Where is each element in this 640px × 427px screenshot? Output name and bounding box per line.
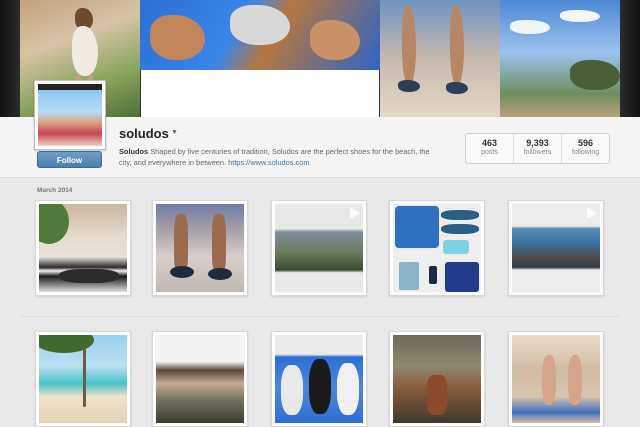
profile-username[interactable]: soludos (119, 126, 169, 141)
photo-image (156, 204, 244, 292)
video-play-icon (350, 207, 360, 219)
bio-link[interactable]: https://www.soludos.com (228, 158, 309, 167)
follow-button[interactable]: Follow (37, 151, 102, 168)
photo-image (39, 204, 127, 292)
cover-photo-2-gap (140, 70, 380, 117)
cover-photo-2[interactable] (140, 0, 380, 70)
video-play-icon (587, 207, 597, 219)
month-label: March 2014 (37, 187, 73, 194)
cover-edge-left (0, 0, 20, 117)
photo-card[interactable] (271, 200, 367, 296)
photo-image (393, 204, 481, 292)
caret-down-icon[interactable]: ▼ (171, 129, 178, 136)
photo-image (393, 335, 481, 423)
stat-following[interactable]: 596 following (562, 134, 609, 163)
photo-card[interactable] (389, 200, 485, 296)
stat-followers[interactable]: 9,393 followers (514, 134, 562, 163)
cover-edge-right (620, 0, 640, 117)
stat-posts[interactable]: 463 posts (466, 134, 514, 163)
stat-posts-label: posts (481, 149, 498, 156)
cover-photo-3[interactable] (380, 0, 500, 117)
photo-card[interactable] (508, 200, 604, 296)
stat-followers-value: 9,393 (526, 138, 549, 148)
photo-card[interactable] (389, 331, 485, 427)
photo-image (156, 335, 244, 423)
stat-followers-label: followers (523, 149, 552, 156)
photo-image (39, 335, 127, 423)
photo-card[interactable] (152, 200, 248, 296)
photo-image (275, 335, 363, 423)
stat-following-value: 596 (577, 138, 594, 148)
photo-card[interactable] (508, 331, 604, 427)
photo-image (512, 335, 600, 423)
profile-bio: Soludos Shaped by five centuries of trad… (119, 146, 434, 168)
bio-name: Soludos (119, 147, 149, 156)
row-divider (20, 316, 620, 317)
cover-photo-4[interactable] (500, 0, 620, 117)
profile-stats: 463 posts 9,393 followers 596 following (465, 133, 610, 164)
profile-avatar[interactable] (34, 80, 106, 150)
photo-card[interactable] (35, 200, 131, 296)
photo-card[interactable] (35, 331, 131, 427)
photo-card[interactable] (271, 331, 367, 427)
photo-card[interactable] (152, 331, 248, 427)
stat-posts-value: 463 (481, 138, 498, 148)
stat-following-label: following (571, 149, 600, 156)
avatar-image (38, 84, 102, 146)
